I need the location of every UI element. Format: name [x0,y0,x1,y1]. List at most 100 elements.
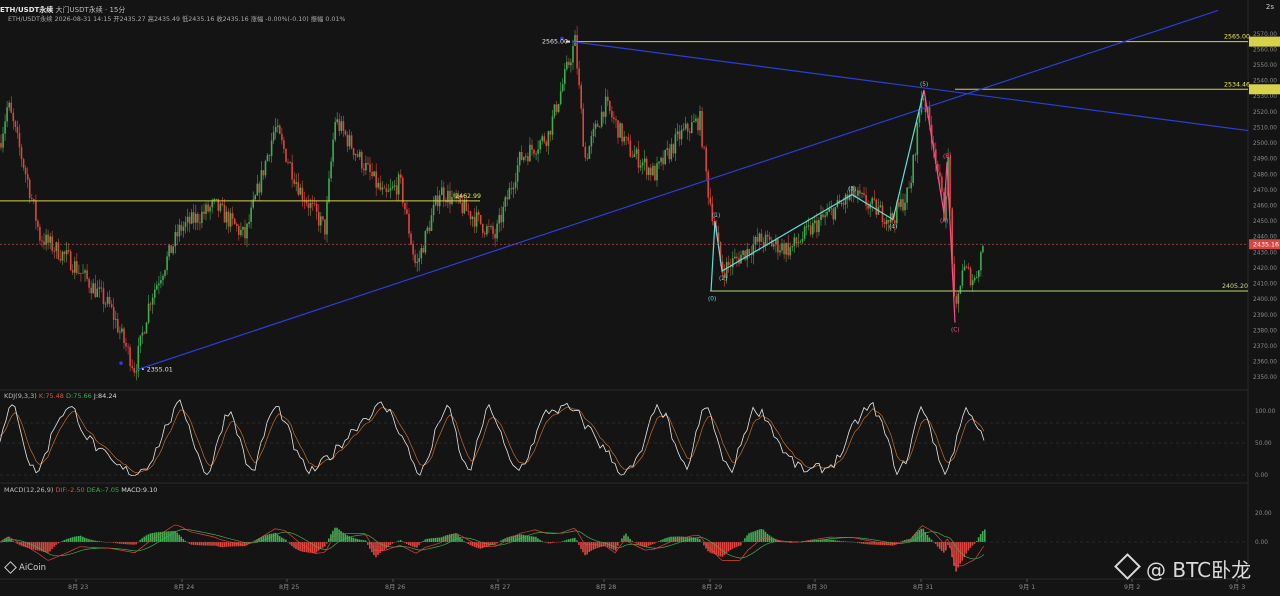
macd-histogram-bar [295,542,297,549]
price-tick: 2400.00 [1253,297,1277,303]
candle-body [693,121,695,123]
refresh-interval[interactable]: 2s [1266,3,1274,11]
macd-histogram-bar [465,542,467,543]
candle-body [119,331,121,333]
candle-body [816,220,818,233]
candle-body [625,136,627,138]
macd-histogram-bar [947,542,949,546]
candle-body [412,244,414,255]
macd-histogram-bar [582,542,584,553]
candle-body [67,250,70,252]
macd-histogram-bar [756,530,758,542]
macd-histogram-bar [838,540,840,542]
candle-body [980,252,982,271]
candle-body [449,191,451,205]
date-tick: 8月 24 [174,583,194,591]
candle-body [221,203,224,205]
macd-histogram-bar [750,532,752,542]
macd-histogram-bar [182,539,185,542]
price-tick: 2470.00 [1253,188,1277,194]
candle-body [797,242,800,244]
macd-histogram-bar [176,532,178,542]
candle-body [209,207,211,212]
macd-histogram-bar [830,539,832,542]
candle-body [289,162,291,164]
macd-histogram-bar [621,538,623,542]
macd-histogram-bar [664,538,666,542]
candle-body [430,215,433,231]
candle-body [10,102,12,113]
candle-body [434,195,437,205]
candle-body [311,203,314,204]
candle-body [549,131,552,135]
kdj-tick: 50.00 [1255,441,1272,447]
candle-body [78,272,80,274]
candle-body [525,156,527,158]
candle-body [422,248,425,253]
candle-body [617,120,619,138]
candle-body [428,227,431,231]
macd-histogram-bar [135,542,137,545]
macd-histogram-bar [123,542,125,545]
candle-body [108,296,111,305]
candle-body [268,155,271,156]
candle-body [609,101,611,111]
macd-histogram-bar [51,542,53,549]
macd-histogram-bar [362,540,365,542]
candle-body [356,154,359,157]
macd-histogram-bar [321,542,324,548]
candle-body [24,167,27,175]
candle-body [510,188,513,190]
macd-histogram-bar [209,542,211,546]
macd-histogram-bar [313,542,316,554]
macd-histogram-bar [945,542,947,551]
candle-body [127,346,129,348]
candle-body [658,161,660,164]
macd-histogram-bar [666,537,668,542]
macd-histogram-bar [543,541,545,543]
macd-histogram-bar [432,538,435,542]
macd-histogram-bar [164,531,166,542]
candle-body [76,261,78,273]
candle-body [51,236,53,251]
macd-histogram-bar [57,542,59,544]
chart-canvas[interactable]: 2565.00 2534.46 2462.99 2405.20 2565.00 • 235… [0,0,1280,596]
candle-body [758,233,761,242]
candle-body [373,171,375,176]
candle-body [410,233,412,245]
candle-body [670,144,673,160]
candle-body [215,198,218,200]
macd-histogram-bar [561,541,564,542]
candle-body [131,366,133,368]
candle-body [504,197,507,207]
candle-body [557,104,560,112]
candle-body [283,140,285,149]
candle-body [352,148,355,156]
candle-body [561,84,564,92]
candle-body [828,208,830,212]
candle-body [779,250,781,253]
candle-body [414,254,416,264]
macd-histogram-bar [869,542,871,545]
macd-histogram-bar [479,542,482,549]
macd-histogram-bar [426,538,428,542]
macd-histogram-bar [49,542,51,552]
macd-histogram-bar [725,542,728,554]
candle-body [607,96,609,101]
candle-body [656,163,658,181]
macd-histogram-bar [826,539,828,542]
candle-body [256,183,259,196]
macd-histogram-bar [936,542,939,547]
candle-body [160,280,162,284]
macd-histogram-bar [354,538,357,542]
candle-body [676,131,679,135]
macd-histogram-bar [55,542,57,545]
candle-body [336,119,338,123]
candle-body [473,216,476,227]
macd-histogram-bar [697,538,699,542]
candle-body [441,187,443,196]
candle-body [523,157,525,160]
macd-histogram-bar [938,542,941,549]
candle-body [840,202,843,204]
candle-body [887,219,890,223]
